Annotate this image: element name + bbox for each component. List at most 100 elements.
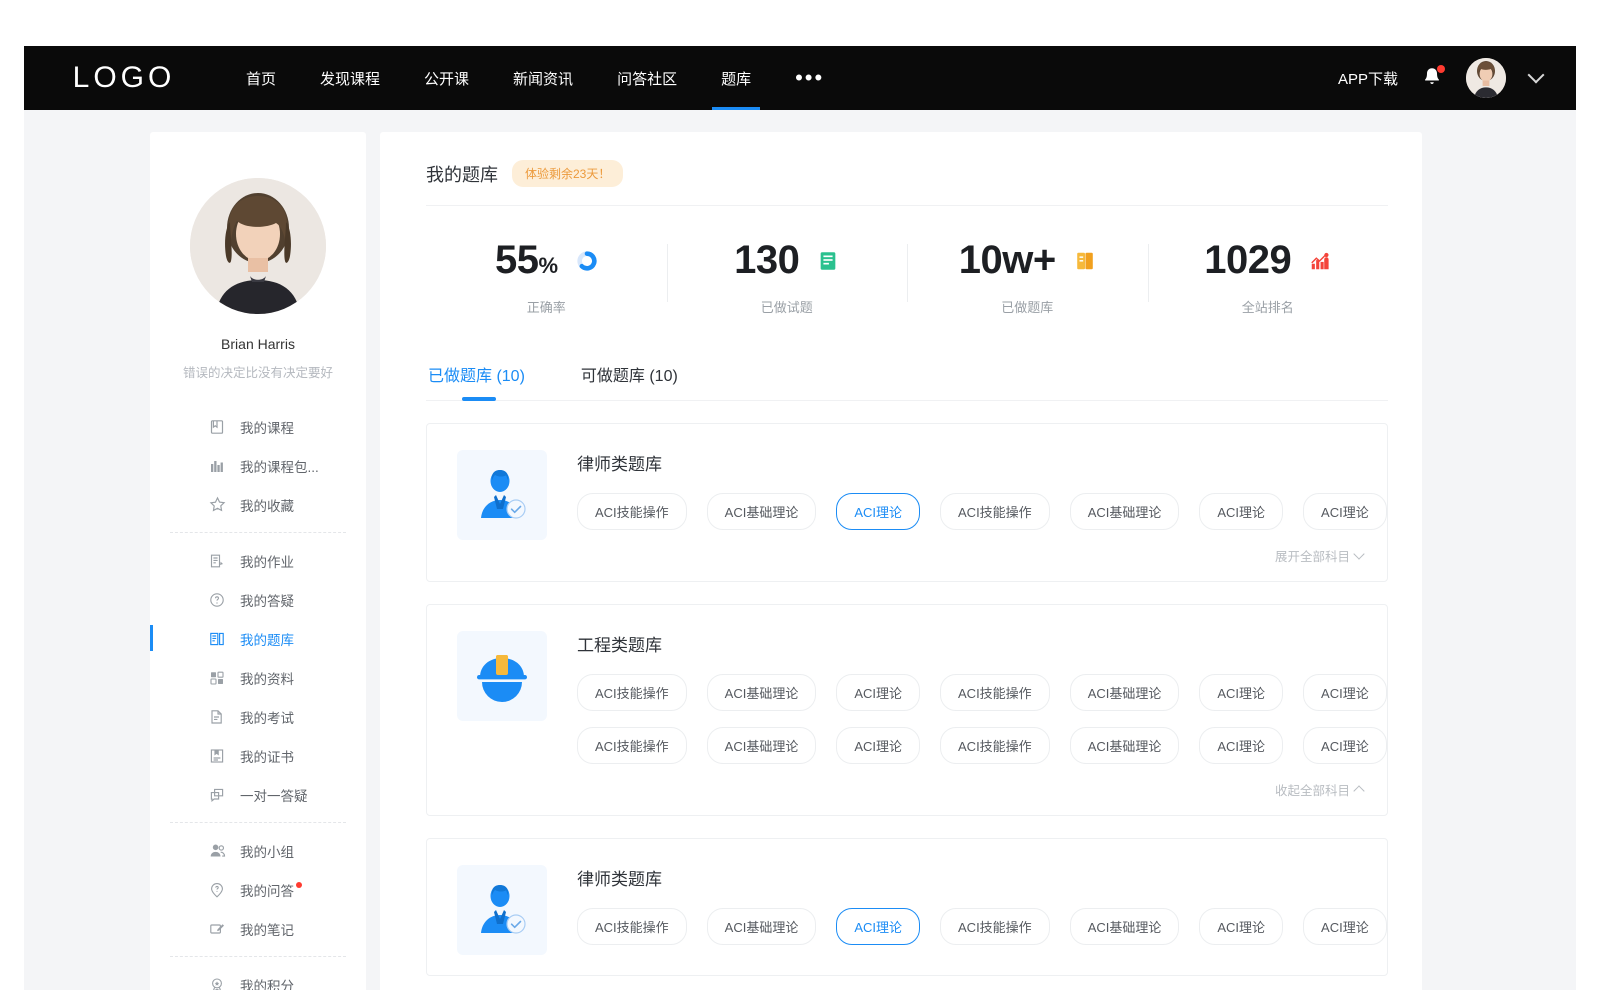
stat-value: 10w+	[959, 240, 1056, 280]
bank-card[interactable]: 工程类题库 ACI技能操作 ACI基础理论 ACI理论 ACI技能操作 ACI基…	[426, 604, 1388, 816]
homework-icon	[208, 552, 226, 570]
bank-body: 律师类题库 ACI技能操作 ACI基础理论 ACI理论 ACI技能操作 ACI基…	[577, 865, 1363, 961]
subject-tag[interactable]: ACI技能操作	[940, 674, 1050, 711]
sidebar-item-my-courses[interactable]: 我的课程	[150, 407, 366, 446]
red-rank-icon	[1309, 250, 1331, 272]
sidebar-label: 我的作业	[240, 551, 294, 571]
stat-value-group: 55%	[495, 240, 598, 280]
sidebar-item-my-exams[interactable]: 我的考试	[150, 697, 366, 736]
nav-item-question-bank[interactable]: 题库	[699, 46, 773, 110]
nav-user-avatar[interactable]	[1466, 58, 1506, 98]
sidebar-item-my-notes[interactable]: 我的笔记	[150, 909, 366, 948]
stat-value: 55%	[495, 240, 558, 280]
subject-tag[interactable]: ACI理论	[1199, 493, 1283, 530]
subject-tag[interactable]: ACI技能操作	[940, 727, 1050, 764]
nav-item-discover-courses[interactable]: 发现课程	[298, 46, 402, 110]
subject-tag-selected[interactable]: ACI理论	[836, 493, 920, 530]
sidebar-divider	[170, 532, 346, 533]
sidebar-label: 我的证书	[240, 746, 294, 766]
subject-tag[interactable]: ACI技能操作	[577, 493, 687, 530]
lawyer-avatar-icon	[471, 464, 533, 526]
bank-card[interactable]: 律师类题库 ACI技能操作 ACI基础理论 ACI理论 ACI技能操作 ACI基…	[426, 838, 1388, 976]
sidebar-item-my-questions[interactable]: 我的问答	[150, 870, 366, 909]
nav-item-news[interactable]: 新闻资讯	[491, 46, 595, 110]
bank-thumbnail	[457, 631, 547, 721]
subject-tag[interactable]: ACI理论	[1199, 674, 1283, 711]
subject-tag[interactable]: ACI技能操作	[577, 727, 687, 764]
stat-value-group: 10w+	[959, 240, 1096, 280]
profile-name: Brian Harris	[150, 336, 366, 352]
hardhat-icon	[471, 645, 533, 707]
nav-item-home[interactable]: 首页	[224, 46, 298, 110]
page-title: 我的题库	[426, 161, 498, 187]
sidebar-item-my-course-packages[interactable]: 我的课程包...	[150, 446, 366, 485]
subject-tag[interactable]: ACI技能操作	[940, 493, 1050, 530]
subject-tag[interactable]: ACI基础理论	[707, 493, 817, 530]
lawyer-avatar-icon	[471, 879, 533, 941]
tab-completed-banks[interactable]: 已做题库 (10)	[426, 354, 527, 400]
subject-tag[interactable]: ACI基础理论	[1070, 908, 1180, 945]
notification-bell-button[interactable]	[1420, 65, 1444, 91]
subject-tag[interactable]: ACI基础理论	[707, 908, 817, 945]
nav-chevron-down-icon[interactable]	[1528, 67, 1545, 84]
expand-all-subjects-button[interactable]: 展开全部科目	[1275, 546, 1363, 565]
subject-tag[interactable]: ACI基础理论	[707, 727, 817, 764]
sidebar-label: 我的课程	[240, 417, 294, 437]
subject-tag[interactable]: ACI基础理论	[707, 674, 817, 711]
green-book-icon	[817, 250, 839, 272]
nav-item-qa-community[interactable]: 问答社区	[595, 46, 699, 110]
stat-value-group: 130	[734, 240, 839, 280]
subject-tag[interactable]: ACI理论	[1303, 908, 1387, 945]
subject-tag[interactable]: ACI技能操作	[577, 908, 687, 945]
bank-tabs: 已做题库 (10) 可做题库 (10)	[426, 354, 1388, 401]
sidebar-item-my-certificates[interactable]: 我的证书	[150, 736, 366, 775]
subject-tag[interactable]: ACI理论	[1199, 908, 1283, 945]
expand-row: 展开全部科目	[577, 546, 1363, 567]
profile-motto: 错误的决定比没有决定要好	[150, 362, 366, 381]
sidebar-label: 一对一答疑	[240, 785, 308, 805]
subject-tag[interactable]: ACI基础理论	[1070, 727, 1180, 764]
subject-tag[interactable]: ACI基础理论	[1070, 674, 1180, 711]
orange-book-icon	[1074, 250, 1096, 272]
bank-title: 律师类题库	[577, 865, 1363, 890]
main-content-panel: 我的题库 体验剩余23天！ 55% 正确率	[380, 132, 1422, 990]
app-download-link[interactable]: APP下载	[1338, 68, 1398, 89]
group-icon	[208, 842, 226, 860]
sidebar-item-my-question-bank[interactable]: 我的题库	[150, 619, 366, 658]
collapse-all-subjects-button[interactable]: 收起全部科目	[1275, 780, 1363, 799]
site-logo[interactable]: LOGO	[24, 61, 224, 95]
bank-card[interactable]: 律师类题库 ACI技能操作 ACI基础理论 ACI理论 ACI技能操作 ACI基…	[426, 423, 1388, 582]
sidebar-item-my-qa[interactable]: 我的答疑	[150, 580, 366, 619]
sidebar-item-my-points[interactable]: 我的积分	[150, 965, 366, 990]
sidebar-item-my-group[interactable]: 我的小组	[150, 831, 366, 870]
stat-site-rank: 1029 全站排名	[1148, 232, 1389, 322]
subject-tag[interactable]: ACI理论	[1303, 727, 1387, 764]
bank-card-list: 律师类题库 ACI技能操作 ACI基础理论 ACI理论 ACI技能操作 ACI基…	[426, 401, 1388, 976]
sidebar-divider	[170, 822, 346, 823]
medal-icon	[208, 976, 226, 990]
bank-title: 律师类题库	[577, 450, 1363, 475]
subject-tag-selected[interactable]: ACI理论	[836, 908, 920, 945]
subject-tag[interactable]: ACI理论	[1303, 674, 1387, 711]
bank-body: 工程类题库 ACI技能操作 ACI基础理论 ACI理论 ACI技能操作 ACI基…	[577, 631, 1363, 801]
notification-badge-dot	[1437, 65, 1445, 73]
subject-tag[interactable]: ACI技能操作	[940, 908, 1050, 945]
sidebar-item-my-favorites[interactable]: 我的收藏	[150, 485, 366, 524]
collapse-label: 收起全部科目	[1275, 780, 1350, 799]
sidebar-item-my-homework[interactable]: 我的作业	[150, 541, 366, 580]
sidebar-item-my-materials[interactable]: 我的资料	[150, 658, 366, 697]
bank-thumbnail	[457, 450, 547, 540]
subject-tag[interactable]: ACI理论	[836, 674, 920, 711]
subject-tag[interactable]: ACI基础理论	[1070, 493, 1180, 530]
app-frame: LOGO 首页 发现课程 公开课 新闻资讯 问答社区 题库 ••• APP下载	[24, 46, 1576, 990]
nav-item-open-courses[interactable]: 公开课	[402, 46, 491, 110]
sidebar-item-one-on-one-qa[interactable]: 一对一答疑	[150, 775, 366, 814]
subject-tag[interactable]: ACI理论	[1303, 493, 1387, 530]
subject-tag[interactable]: ACI技能操作	[577, 674, 687, 711]
sidebar-label: 我的问答	[240, 880, 294, 900]
subject-tag[interactable]: ACI理论	[836, 727, 920, 764]
tab-available-banks[interactable]: 可做题库 (10)	[579, 354, 680, 400]
sidebar-label: 我的笔记	[240, 919, 294, 939]
nav-more-icon[interactable]: •••	[773, 46, 846, 110]
subject-tag[interactable]: ACI理论	[1199, 727, 1283, 764]
